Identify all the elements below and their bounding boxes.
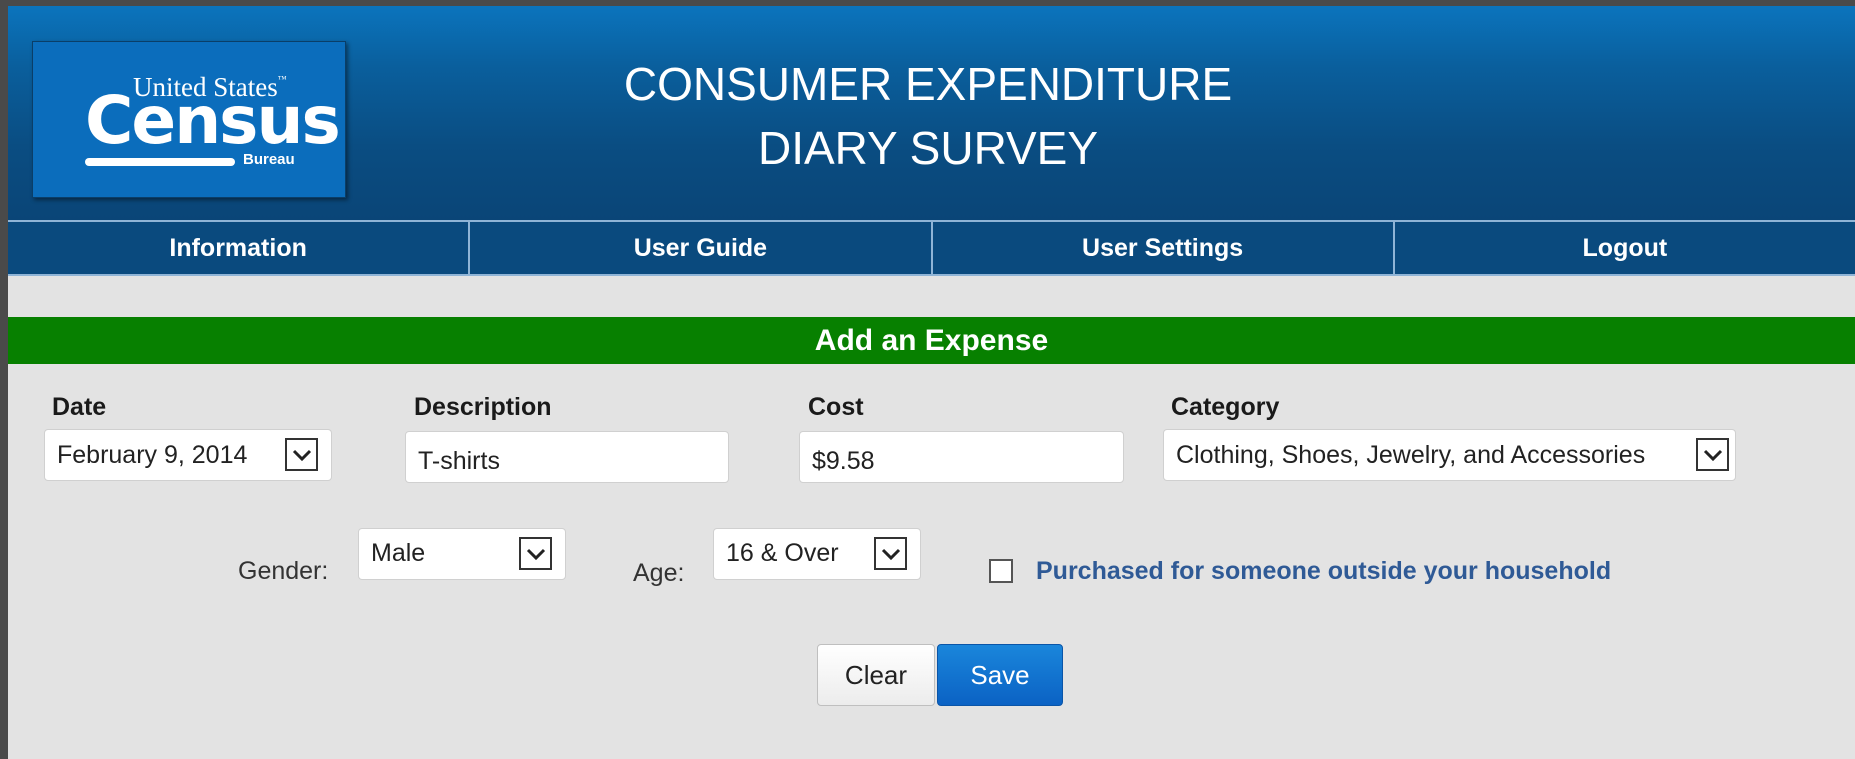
- description-input-value: T-shirts: [418, 446, 500, 475]
- app-window: United States™ Census Bureau CONSUMER EX…: [8, 6, 1855, 759]
- nav-item-logout[interactable]: Logout: [1395, 222, 1855, 274]
- category-select[interactable]: Clothing, Shoes, Jewelry, and Accessorie…: [1163, 429, 1736, 481]
- gender-label: Gender:: [238, 557, 329, 585]
- logo-underline: [85, 158, 235, 166]
- gender-select-value: Male: [371, 539, 426, 567]
- nav-item-user-guide[interactable]: User Guide: [470, 222, 933, 274]
- census-bureau-logo[interactable]: United States™ Census Bureau: [32, 41, 346, 198]
- date-select[interactable]: February 9, 2014: [44, 429, 332, 481]
- cost-input[interactable]: $9.58: [799, 431, 1124, 483]
- outside-household-checkbox[interactable]: [989, 559, 1013, 583]
- page-title-line-2: DIARY SURVEY: [757, 122, 1099, 174]
- chevron-down-icon[interactable]: [874, 537, 907, 570]
- date-label: Date: [52, 393, 107, 421]
- nav-item-information[interactable]: Information: [8, 222, 471, 274]
- description-label: Description: [414, 393, 552, 421]
- age-label: Age:: [633, 559, 685, 587]
- date-select-value: February 9, 2014: [57, 440, 248, 469]
- cost-input-value: $9.58: [812, 446, 875, 475]
- site-header: United States™ Census Bureau CONSUMER EX…: [8, 6, 1855, 220]
- save-button[interactable]: Save: [937, 644, 1063, 706]
- category-label: Category: [1171, 393, 1280, 421]
- age-select[interactable]: 16 & Over: [713, 528, 921, 580]
- chevron-down-icon[interactable]: [519, 537, 552, 570]
- main-nav: Information User Guide User Settings Log…: [8, 220, 1855, 276]
- nav-item-user-settings[interactable]: User Settings: [933, 222, 1395, 274]
- age-select-value: 16 & Over: [726, 539, 839, 567]
- logo-text-bureau: Bureau: [243, 151, 295, 168]
- category-select-value: Clothing, Shoes, Jewelry, and Accessorie…: [1176, 440, 1646, 469]
- clear-button[interactable]: Clear: [817, 644, 935, 706]
- section-title-add-expense: Add an Expense: [8, 317, 1855, 364]
- page-title-line-1: CONSUMER EXPENDITURE: [623, 58, 1233, 110]
- cost-label: Cost: [808, 393, 864, 421]
- chevron-down-icon[interactable]: [285, 438, 318, 471]
- description-input[interactable]: T-shirts: [405, 431, 729, 483]
- outside-household-label[interactable]: Purchased for someone outside your house…: [1036, 557, 1611, 586]
- gender-select[interactable]: Male: [358, 528, 566, 580]
- page-title: CONSUMER EXPENDITURE DIARY SURVEY: [528, 52, 1328, 180]
- chevron-down-icon[interactable]: [1696, 438, 1729, 471]
- logo-text-census: Census: [85, 82, 341, 159]
